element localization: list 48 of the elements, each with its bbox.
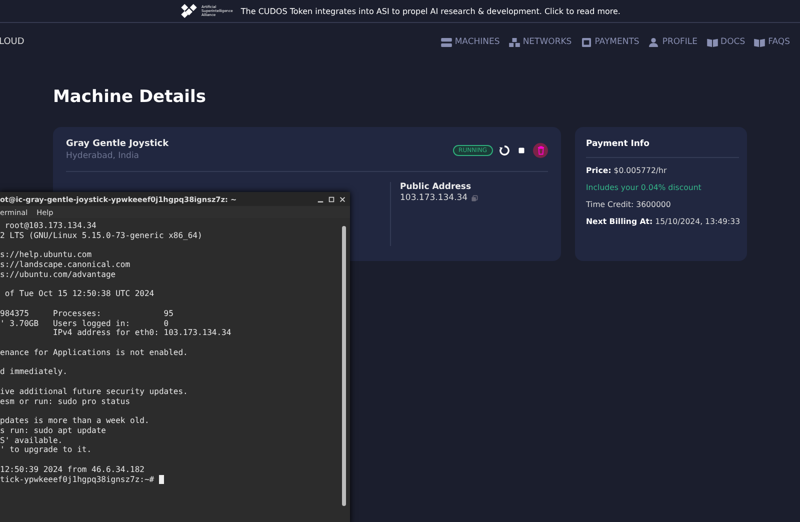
receipt-icon bbox=[580, 38, 592, 46]
terminal-output-line: enance for Applications is not enabled. bbox=[0, 348, 188, 358]
delete-button[interactable] bbox=[533, 142, 548, 158]
terminal-output-line: IPv4 address for eth0: 103.173.134.34 bbox=[52, 328, 232, 338]
terminal-output-line: s://landscape.canonical.com bbox=[0, 260, 130, 270]
maximize-icon[interactable] bbox=[328, 196, 335, 202]
cubes-icon bbox=[508, 38, 520, 46]
restart-icon[interactable] bbox=[499, 144, 510, 156]
terminal-output-line: of Tue Oct 15 12:50:38 UTC 2024 bbox=[4, 289, 154, 299]
machine-name: Gray Gentle Joystick bbox=[66, 139, 169, 149]
nav-link[interactable]: MACHINES bbox=[440, 37, 500, 47]
terminal-output-line: s run: sudo apt update bbox=[0, 426, 106, 436]
trash-icon bbox=[536, 146, 544, 154]
book-icon bbox=[754, 38, 766, 46]
terminal-output-line: 2 LTS (GNU/Linux 5.15.0-73-generic x86_64) bbox=[0, 230, 202, 240]
nav-link[interactable]: NETWORKS bbox=[508, 37, 572, 47]
copy-icon[interactable] bbox=[470, 194, 478, 202]
banner-message: The CUDOS Token integrates into ASI to propel AI research & development. Click to read more. bbox=[240, 6, 620, 16]
scrollbar-thumb[interactable] bbox=[342, 226, 346, 506]
terminal-output-line: pdates is more than a week old. bbox=[0, 416, 150, 426]
terminal-output-line: d immediately. bbox=[0, 367, 68, 377]
terminal-output-line: s://ubuntu.com/advantage bbox=[0, 270, 116, 280]
text-cursor bbox=[159, 474, 164, 484]
page-title: Machine Details bbox=[53, 86, 207, 109]
terminal-output-line: root@103.173.134.34 bbox=[4, 221, 96, 231]
user-icon bbox=[648, 38, 660, 46]
terminal-output-line: ' 3.70GB Users logged in: 0 bbox=[0, 318, 169, 328]
nav-link[interactable]: PROFILE bbox=[648, 37, 698, 47]
public-address-value: 103.173.134.34 bbox=[400, 193, 468, 203]
terminal-output-line: ' to upgrade to it. bbox=[0, 445, 92, 455]
brand-name[interactable]: LOUD bbox=[0, 37, 24, 47]
terminal-output-line: s://help.ubuntu.com bbox=[0, 250, 92, 260]
nav-link[interactable]: FAQS bbox=[754, 37, 790, 47]
terminal-output-line: 12:50:39 2024 from 46.6.34.182 bbox=[0, 464, 144, 474]
terminal-output-line: S' available. bbox=[0, 436, 63, 446]
nav-link[interactable]: DOCS bbox=[706, 37, 746, 47]
server-icon bbox=[440, 38, 452, 46]
terminal-output-line: 984375 Processes: 95 bbox=[0, 308, 174, 318]
machine-location: Hyderabad, India bbox=[66, 151, 140, 161]
public-address-label: Public Address bbox=[400, 182, 472, 192]
terminal-output-line: esm or run: sudo pro status bbox=[0, 396, 130, 406]
terminal-output-line: ive additional future security updates. bbox=[0, 386, 188, 396]
diamond-logo-icon bbox=[180, 4, 198, 18]
terminal-output-line: tick-ypwkeeef0j1hgpq38ignsz7z:~# bbox=[0, 474, 154, 484]
book-icon bbox=[706, 38, 718, 46]
nav-link[interactable]: PAYMENTS bbox=[580, 37, 640, 47]
payment-title: Payment Info bbox=[586, 139, 739, 158]
close-icon[interactable] bbox=[339, 196, 346, 202]
